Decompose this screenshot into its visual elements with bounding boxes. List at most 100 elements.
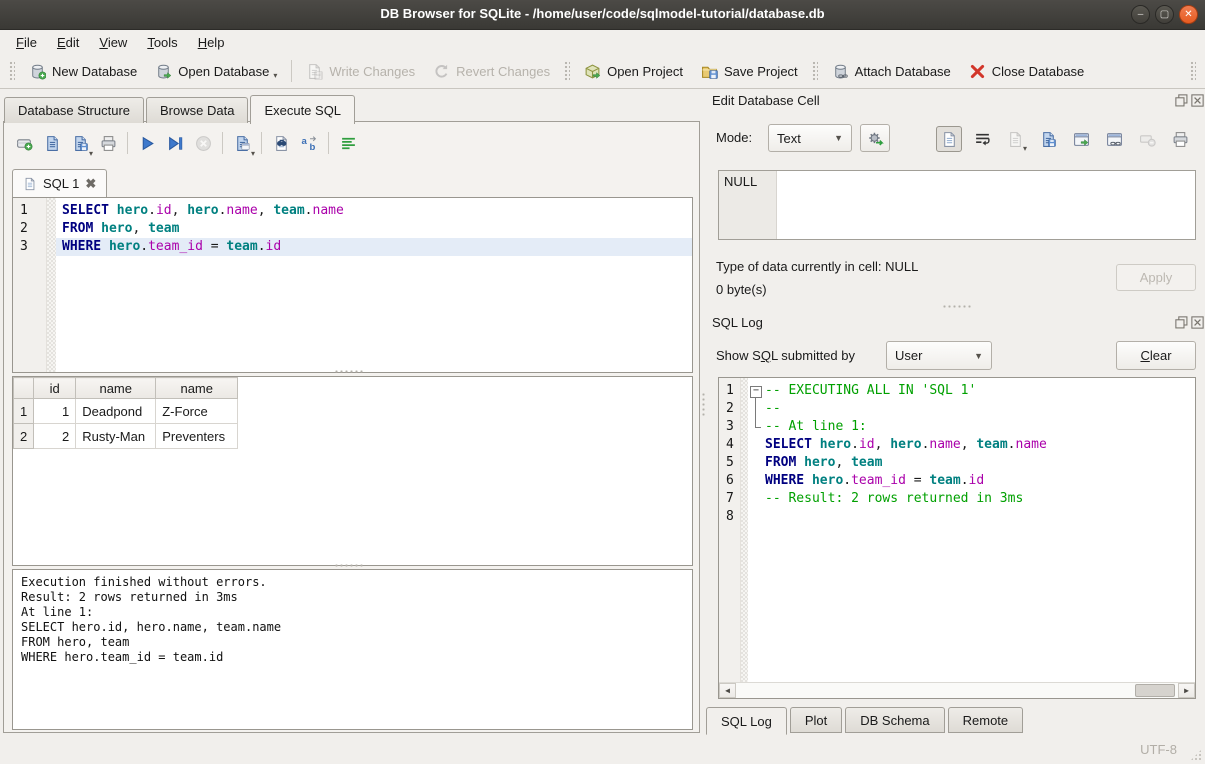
close-dock-icon[interactable] xyxy=(1191,316,1204,329)
open-sql-file-button[interactable] xyxy=(38,129,66,157)
save-sql-dropdown-icon[interactable]: ▾ xyxy=(89,149,93,158)
toolbar-grip[interactable] xyxy=(9,61,15,81)
tab-remote[interactable]: Remote xyxy=(948,707,1024,733)
database-open-icon xyxy=(155,63,172,80)
print-cell-button[interactable] xyxy=(1167,126,1193,152)
float-dock-icon[interactable] xyxy=(1175,94,1188,107)
window-title: DB Browser for SQLite - /home/user/code/… xyxy=(0,6,1205,21)
cell-value-editor[interactable]: NULL xyxy=(718,170,1196,240)
toolbar-grip[interactable] xyxy=(812,61,818,81)
close-sql-tab-icon[interactable]: ✖ xyxy=(85,176,96,192)
row-number[interactable]: 1 xyxy=(14,399,34,424)
open-in-external-button[interactable] xyxy=(1068,126,1094,152)
column-header-id[interactable]: id xyxy=(34,378,76,399)
tab-database-structure[interactable]: Database Structure xyxy=(4,97,144,123)
sql-log-view[interactable]: 1-- EXECUTING ALL IN 'SQL 1'2--3-- At li… xyxy=(718,377,1196,699)
cell[interactable]: Deadpond xyxy=(76,399,156,424)
copy-cell-link-button[interactable] xyxy=(1101,126,1127,152)
open-database-button[interactable]: Open Database▾ xyxy=(146,58,286,85)
float-dock-icon[interactable] xyxy=(1175,316,1188,329)
execution-message-area[interactable]: Execution finished without errors. Resul… xyxy=(12,569,693,730)
column-header-name[interactable]: name xyxy=(76,378,156,399)
encoding-indicator[interactable]: UTF-8 xyxy=(1140,742,1177,757)
dock-splitter-handle[interactable] xyxy=(942,304,972,309)
cell-editor-toolbar: ▾ xyxy=(936,126,1193,152)
revert-changes-button: Revert Changes xyxy=(424,58,559,85)
mode-select[interactable]: Text ▼ xyxy=(768,124,852,152)
edit-cell-dock-title: Edit Database Cell xyxy=(712,93,820,108)
cell[interactable]: 2 xyxy=(34,424,76,449)
sql-tab-label: SQL 1 xyxy=(43,176,79,191)
cell[interactable]: 1 xyxy=(34,399,76,424)
maximize-button[interactable]: ▢ xyxy=(1155,5,1174,24)
menu-edit[interactable]: Edit xyxy=(47,32,89,53)
tab-db-schema[interactable]: DB Schema xyxy=(845,707,944,733)
panel-splitter-handle[interactable] xyxy=(701,392,706,418)
open-tab-button[interactable] xyxy=(10,129,38,157)
execute-current-line-button[interactable] xyxy=(161,129,189,157)
tab-sql-log[interactable]: SQL Log xyxy=(706,707,787,735)
scroll-right-icon[interactable]: ▶ xyxy=(1178,683,1195,698)
menu-help[interactable]: Help xyxy=(188,32,235,53)
open-database-dropdown-icon[interactable]: ▾ xyxy=(273,71,277,80)
save-results-dropdown-icon[interactable]: ▾ xyxy=(251,149,255,158)
menu-tools[interactable]: Tools xyxy=(137,32,187,53)
find-replace-button[interactable] xyxy=(295,129,323,157)
toolbar-grip[interactable] xyxy=(564,61,570,81)
column-header-name[interactable]: name xyxy=(156,378,238,399)
print-icon xyxy=(100,135,117,152)
results-corner-header[interactable] xyxy=(14,378,34,399)
save-project-button[interactable]: Save Project xyxy=(692,58,807,85)
scrollbar-thumb[interactable] xyxy=(1135,684,1175,697)
fold-marker-icon[interactable] xyxy=(748,382,763,400)
auto-switch-mode-button[interactable] xyxy=(860,124,890,152)
scrollbar-track[interactable] xyxy=(736,683,1178,698)
toolbar-grip[interactable] xyxy=(1190,61,1196,81)
close-dock-icon[interactable] xyxy=(1191,94,1204,107)
horizontal-scrollbar[interactable]: ◀ ▶ xyxy=(719,682,1195,698)
chevron-down-icon: ▼ xyxy=(966,351,983,361)
text-mode-button[interactable] xyxy=(936,126,962,152)
cell[interactable]: Rusty-Man xyxy=(76,424,156,449)
minimize-button[interactable]: – xyxy=(1131,5,1150,24)
attach-database-button[interactable]: Attach Database xyxy=(823,58,960,85)
cell[interactable]: Z-Force xyxy=(156,399,238,424)
execute-sql-panel: ▾ ▾ SQL 1 ✖ 1SELECT hero.id, hero.name, … xyxy=(3,121,700,733)
menu-view[interactable]: View xyxy=(89,32,137,53)
cell[interactable]: Preventers xyxy=(156,424,238,449)
auto-format-button[interactable] xyxy=(334,129,362,157)
word-wrap-button[interactable] xyxy=(969,126,995,152)
fold-column xyxy=(748,454,763,472)
save-sql-file-button[interactable]: ▾ xyxy=(66,129,94,157)
close-database-button[interactable]: Close Database xyxy=(960,58,1094,85)
splitter-handle[interactable] xyxy=(334,369,364,374)
close-window-button[interactable]: ✕ xyxy=(1179,5,1198,24)
resize-grip[interactable] xyxy=(1190,749,1202,761)
cell-value-gutter: NULL xyxy=(719,171,777,239)
splitter-handle[interactable] xyxy=(334,563,364,568)
menu-file[interactable]: File xyxy=(6,32,47,53)
log-filter-select[interactable]: User ▼ xyxy=(886,341,992,370)
code-line: 7-- Result: 2 rows returned in 3ms xyxy=(719,490,1195,508)
tab-browse-data[interactable]: Browse Data xyxy=(146,97,248,123)
row-number[interactable]: 2 xyxy=(14,424,34,449)
scroll-left-icon[interactable]: ◀ xyxy=(719,683,736,698)
clear-log-button[interactable]: Clear xyxy=(1116,341,1196,370)
find-button[interactable] xyxy=(267,129,295,157)
export-text-button[interactable] xyxy=(1035,126,1061,152)
status-bar: UTF-8 xyxy=(0,734,1205,764)
menubar: File Edit View Tools Help xyxy=(0,30,1205,54)
sql-document-tab[interactable]: SQL 1 ✖ xyxy=(12,169,107,197)
save-results-button[interactable]: ▾ xyxy=(228,129,256,157)
tab-plot[interactable]: Plot xyxy=(790,707,842,733)
save-as-text-icon xyxy=(1040,131,1057,148)
sql-editor[interactable]: 1SELECT hero.id, hero.name, team.name2FR… xyxy=(12,197,693,373)
open-project-button[interactable]: Open Project xyxy=(575,58,692,85)
execute-current-line-icon xyxy=(167,135,184,152)
find-replace-icon xyxy=(301,135,318,152)
main-tab-bar: Database Structure Browse Data Execute S… xyxy=(4,95,357,123)
print-button[interactable] xyxy=(94,129,122,157)
tab-execute-sql[interactable]: Execute SQL xyxy=(250,95,355,124)
new-database-button[interactable]: New Database xyxy=(20,58,146,85)
execute-all-button[interactable] xyxy=(133,129,161,157)
